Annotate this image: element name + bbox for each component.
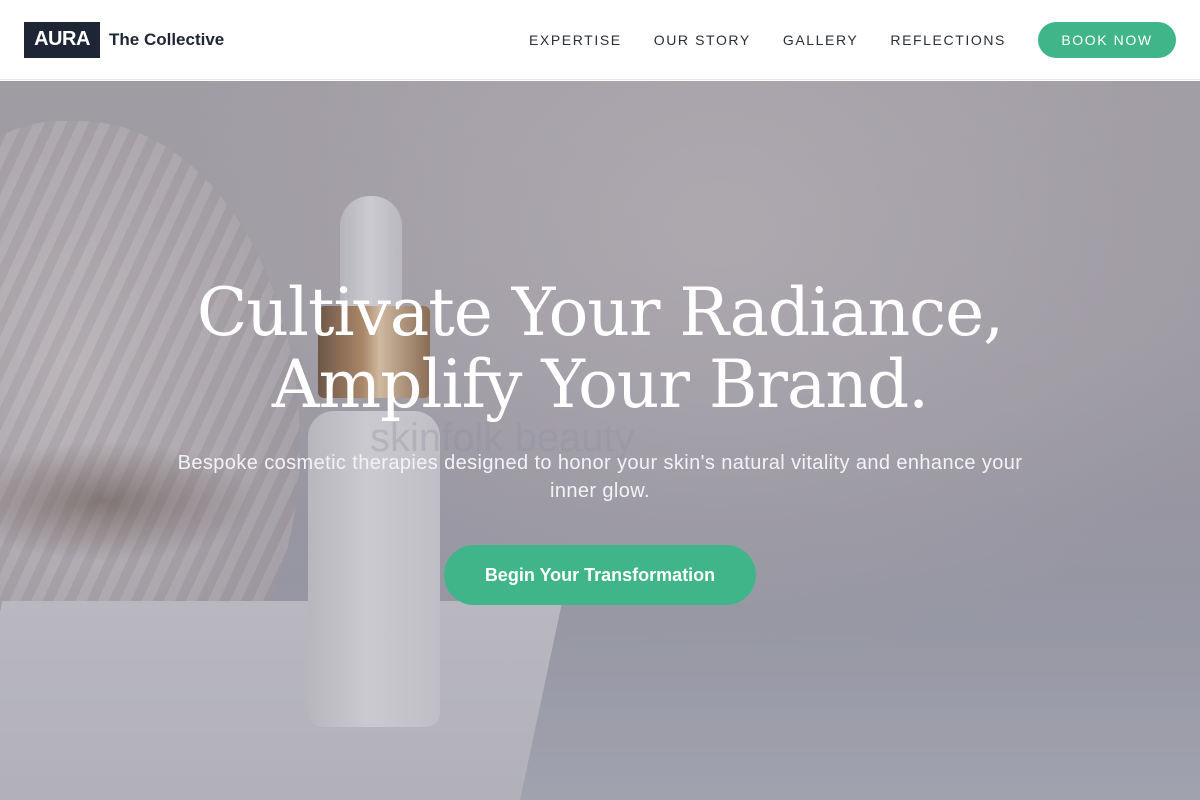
hero-headline-line-2: Amplify Your Brand. <box>271 346 929 423</box>
nav-link-reflections[interactable]: REFLECTIONS <box>890 32 1006 48</box>
nav-link-our-story[interactable]: OUR STORY <box>654 32 751 48</box>
nav-link-expertise[interactable]: EXPERTISE <box>529 32 622 48</box>
logo[interactable]: AURA <box>24 21 100 58</box>
begin-transformation-button[interactable]: Begin Your Transformation <box>444 545 756 605</box>
hero-content: Cultivate Your Radiance, Amplify Your Br… <box>0 277 1200 605</box>
book-now-button[interactable]: BOOK NOW <box>1038 21 1176 58</box>
brand-name[interactable]: The Collective <box>109 30 224 50</box>
brand[interactable]: AURA The Collective <box>24 21 224 58</box>
hero-section: skinfolk beauty Cultivate Your Radiance,… <box>0 81 1200 800</box>
hero-subtext: Bespoke cosmetic therapies designed to h… <box>177 452 1023 502</box>
site-header: AURA The Collective EXPERTISE OUR STORY … <box>0 0 1200 80</box>
nav-link-gallery[interactable]: GALLERY <box>783 32 859 48</box>
main-nav: EXPERTISE OUR STORY GALLERY REFLECTIONS … <box>529 21 1176 58</box>
hero-headline: Cultivate Your Radiance, Amplify Your Br… <box>0 277 1200 421</box>
hero-headline-line-1: Cultivate Your Radiance, <box>196 274 1004 351</box>
